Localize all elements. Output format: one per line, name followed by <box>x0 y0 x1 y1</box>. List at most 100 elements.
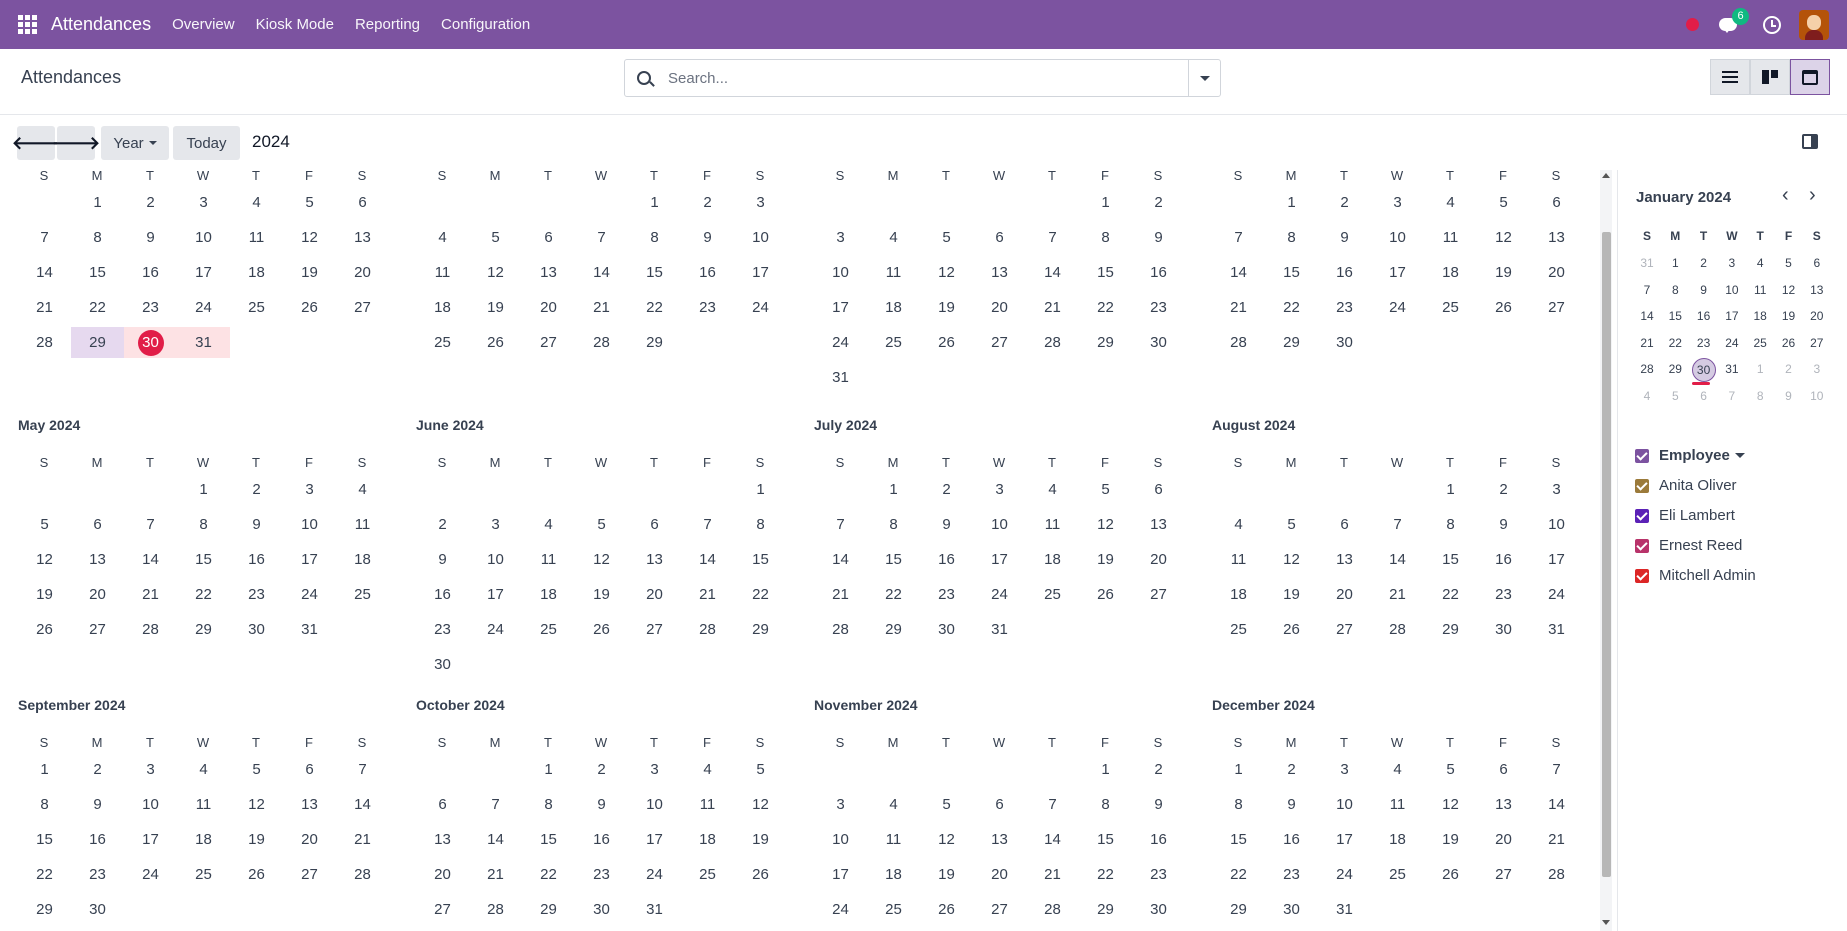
calendar-day[interactable]: 27 <box>973 894 1026 925</box>
calendar-day[interactable]: 17 <box>814 859 867 890</box>
calendar-day[interactable]: 12 <box>283 222 336 253</box>
calendar-day[interactable]: 26 <box>283 292 336 323</box>
calendar-day[interactable]: 26 <box>734 859 787 890</box>
calendar-day[interactable]: 18 <box>336 544 389 575</box>
calendar-day[interactable]: 13 <box>1530 222 1583 253</box>
calendar-day[interactable]: 9 <box>416 544 469 575</box>
calendar-day[interactable]: 19 <box>230 824 283 855</box>
calendar-day[interactable]: 9 <box>1132 789 1185 820</box>
menu-reporting[interactable]: Reporting <box>355 16 420 33</box>
calendar-day[interactable]: 16 <box>416 579 469 610</box>
calendar-day[interactable]: 1 <box>177 474 230 505</box>
calendar-day[interactable]: 20 <box>283 824 336 855</box>
calendar-day[interactable]: 7 <box>336 754 389 785</box>
calendar-day[interactable]: 12 <box>1477 222 1530 253</box>
apps-grid-icon[interactable] <box>18 14 38 35</box>
calendar-day[interactable]: 14 <box>1026 257 1079 288</box>
calendar-day[interactable]: 11 <box>336 509 389 540</box>
calendar-day[interactable]: 29 <box>1079 327 1132 358</box>
calendar-day[interactable]: 17 <box>973 544 1026 575</box>
calendar-day[interactable]: 26 <box>920 894 973 925</box>
calendar-day[interactable]: 26 <box>1477 292 1530 323</box>
calendar-day[interactable]: 15 <box>177 544 230 575</box>
calendar-day[interactable]: 2 <box>1318 187 1371 218</box>
calendar-day[interactable]: 11 <box>867 257 920 288</box>
calendar-day[interactable]: 16 <box>681 257 734 288</box>
calendar-day[interactable]: 22 <box>628 292 681 323</box>
calendar-day[interactable]: 6 <box>973 222 1026 253</box>
calendar-day[interactable]: 23 <box>920 579 973 610</box>
calendar-day[interactable]: 26 <box>575 614 628 645</box>
calendar-day[interactable]: 30 <box>1132 327 1185 358</box>
calendar-day[interactable]: 11 <box>1371 789 1424 820</box>
calendar-day[interactable]: 1 <box>1079 187 1132 218</box>
calendar-day[interactable]: 21 <box>1212 292 1265 323</box>
calendar-day[interactable]: 15 <box>734 544 787 575</box>
calendar-day[interactable]: 28 <box>575 327 628 358</box>
calendar-day[interactable]: 15 <box>522 824 575 855</box>
calendar-day[interactable]: 11 <box>867 824 920 855</box>
calendar-day[interactable]: 20 <box>1132 544 1185 575</box>
calendar-day[interactable]: 1 <box>1265 187 1318 218</box>
calendar-day[interactable]: 28 <box>1026 894 1079 925</box>
calendar-day[interactable]: 28 <box>1026 327 1079 358</box>
calendar-day[interactable]: 27 <box>1477 859 1530 890</box>
calendar-day[interactable]: 20 <box>1530 257 1583 288</box>
calendar-day[interactable]: 27 <box>336 292 389 323</box>
calendar-day[interactable]: 5 <box>920 222 973 253</box>
calendar-day[interactable]: 11 <box>1424 222 1477 253</box>
calendar-day[interactable]: 2 <box>575 754 628 785</box>
next-button[interactable]: 🡒 <box>52 126 100 160</box>
calendar-day[interactable]: 21 <box>18 292 71 323</box>
filter-item[interactable]: Ernest Reed <box>1635 537 1742 554</box>
calendar-day[interactable]: 12 <box>469 257 522 288</box>
calendar-day[interactable]: 21 <box>1026 292 1079 323</box>
calendar-day[interactable]: 18 <box>867 292 920 323</box>
calendar-day[interactable]: 29 <box>522 894 575 925</box>
calendar-day[interactable]: 1 <box>71 187 124 218</box>
calendar-day[interactable]: 1 <box>18 754 71 785</box>
mini-next-icon[interactable]: › <box>1809 184 1816 207</box>
mini-day[interactable]: 9 <box>1692 279 1716 301</box>
calendar-day[interactable]: 25 <box>177 859 230 890</box>
calendar-day[interactable]: 21 <box>681 579 734 610</box>
calendar-day[interactable]: 30 <box>71 894 124 925</box>
calendar-day[interactable]: 6 <box>1318 509 1371 540</box>
calendar-day[interactable]: 14 <box>1026 824 1079 855</box>
calendar-day[interactable]: 12 <box>920 257 973 288</box>
mini-day[interactable]: 2 <box>1692 252 1716 274</box>
calendar-day[interactable]: 19 <box>1265 579 1318 610</box>
calendar-day[interactable]: 12 <box>734 789 787 820</box>
calendar-day[interactable]: 12 <box>230 789 283 820</box>
calendar-day[interactable]: 30 <box>1265 894 1318 925</box>
calendar-day[interactable]: 5 <box>920 789 973 820</box>
calendar-day[interactable]: 4 <box>1424 187 1477 218</box>
calendar-day[interactable]: 18 <box>416 292 469 323</box>
calendar-day[interactable]: 7 <box>681 509 734 540</box>
calendar-day[interactable]: 10 <box>628 789 681 820</box>
calendar-day[interactable]: 17 <box>734 257 787 288</box>
filter-item[interactable]: Eli Lambert <box>1635 507 1735 524</box>
calendar-day[interactable]: 5 <box>469 222 522 253</box>
calendar-day[interactable]: 31 <box>973 614 1026 645</box>
calendar-day[interactable]: 8 <box>1079 789 1132 820</box>
calendar-day[interactable]: 11 <box>1026 509 1079 540</box>
calendar-day[interactable]: 3 <box>124 754 177 785</box>
calendar-day[interactable]: 26 <box>1424 859 1477 890</box>
calendar-day[interactable]: 16 <box>1477 544 1530 575</box>
calendar-day[interactable]: 19 <box>920 859 973 890</box>
calendar-day[interactable]: 17 <box>1530 544 1583 575</box>
calendar-day[interactable]: 30 <box>575 894 628 925</box>
calendar-day[interactable]: 4 <box>681 754 734 785</box>
calendar-day[interactable]: 31 <box>283 614 336 645</box>
calendar-day[interactable]: 22 <box>1079 292 1132 323</box>
calendar-day[interactable]: 9 <box>575 789 628 820</box>
mini-day[interactable]: 26 <box>1777 332 1801 354</box>
calendar-day[interactable]: 22 <box>1079 859 1132 890</box>
calendar-day[interactable]: 11 <box>522 544 575 575</box>
filter-checkbox[interactable] <box>1635 538 1649 553</box>
calendar-day[interactable]: 5 <box>1477 187 1530 218</box>
filter-employee-header[interactable]: Employee <box>1635 447 1745 464</box>
calendar-day[interactable]: 7 <box>575 222 628 253</box>
kanban-view-button[interactable] <box>1750 59 1790 95</box>
